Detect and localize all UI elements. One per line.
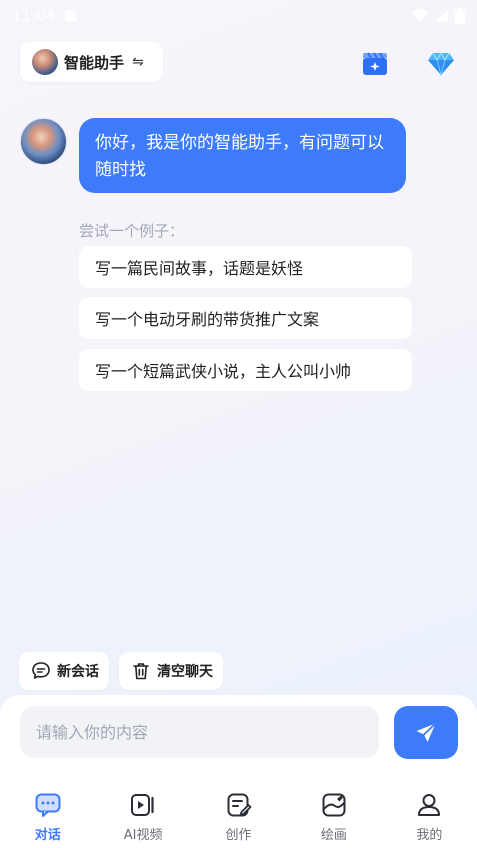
tab-label: 我的 [416,828,443,843]
tab-ai-video[interactable]: AI视频 [95,784,190,848]
clapperboard-icon[interactable] [362,50,388,76]
message-bubble-icon [32,662,50,679]
status-time: 11:04 [12,7,56,25]
message-input-container[interactable] [20,706,379,758]
new-chat-label: 新会话 [57,664,99,680]
agent-name: 智能助手 [64,53,125,72]
send-button[interactable] [394,706,458,759]
user-icon [418,794,441,816]
chat-icon [35,793,61,817]
clear-chat-button[interactable]: 清空聊天 [119,652,223,690]
tab-label: AI视频 [123,828,163,843]
tab-label: 绘画 [320,828,347,843]
tab-label: 创作 [225,828,252,843]
message-input[interactable] [36,722,363,742]
cell-signal-icon [436,10,448,22]
swap-icon: ⇋ [132,54,144,70]
clear-chat-label: 清空聊天 [157,664,213,680]
example-prompt[interactable]: 写一个电动牙刷的带货推广文案 [79,297,412,339]
agent-avatar [32,49,58,75]
example-prompt[interactable]: 写一个短篇武侠小说，主人公叫小帅 [79,349,412,391]
video-icon [131,794,154,816]
agent-switcher[interactable]: 智能助手 ⇋ [20,42,163,82]
bot-avatar [20,118,67,165]
tab-chat[interactable]: 对话 [0,784,95,848]
bottom-tab-bar: 对话 AI视频 创作 绘画 我的 [0,784,477,848]
status-bar: 11:04 [0,0,477,32]
edit-icon [227,793,251,817]
wifi-icon [411,9,429,22]
example-prompt[interactable]: 写一篇民间故事，话题是妖怪 [79,246,412,288]
tab-profile[interactable]: 我的 [382,784,477,848]
diamond-icon[interactable] [428,52,454,76]
painting-icon [322,793,346,817]
send-icon [416,722,437,742]
tab-create[interactable]: 创作 [191,784,286,848]
tab-painting[interactable]: 绘画 [286,784,381,848]
examples-label: 尝试一个例子： [79,222,185,240]
tab-label: 对话 [34,828,61,843]
trash-icon [133,663,149,680]
greeting-message: 你好，我是你的智能助手，有问题可以随时找 [79,118,406,193]
notification-icon [65,10,77,22]
battery-icon [455,8,465,24]
new-chat-button[interactable]: 新会话 [19,652,109,690]
